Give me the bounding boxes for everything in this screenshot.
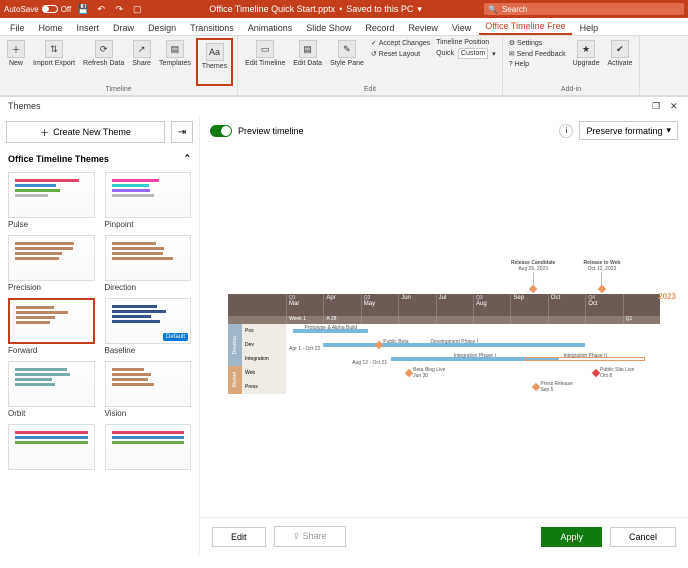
- pane-footer: Edit ⇪ Share Apply Cancel: [200, 517, 688, 555]
- theme-card-baseline[interactable]: DefaultBaseline: [105, 298, 192, 355]
- theme-card-more[interactable]: [8, 424, 95, 470]
- tab-animations[interactable]: Animations: [242, 21, 299, 35]
- send-feedback-link[interactable]: ✉Send Feedback: [507, 49, 568, 59]
- search-box[interactable]: 🔍 Search: [484, 3, 684, 15]
- tab-insert[interactable]: Insert: [71, 21, 106, 35]
- reset-layout-check[interactable]: ↺Reset Layout: [369, 49, 432, 59]
- edit-button[interactable]: Edit: [212, 527, 266, 547]
- document-title: Office Timeline Quick Start.pptx • Saved…: [209, 4, 422, 15]
- tab-file[interactable]: File: [4, 21, 31, 35]
- save-icon[interactable]: 💾: [77, 3, 89, 15]
- themes-pane: Themes ❐ ✕ ＋Create New Theme ⇥ Office Ti…: [0, 96, 688, 568]
- ribbon-group-edit: ▭Edit Timeline ▤Edit Data ✎Style Pane ✓A…: [238, 36, 503, 95]
- chevron-up-icon: ⌃: [183, 153, 191, 164]
- tab-help[interactable]: Help: [574, 21, 605, 35]
- create-new-theme-button[interactable]: ＋Create New Theme: [6, 121, 165, 143]
- themes-sidebar: ＋Create New Theme ⇥ Office Timeline Them…: [0, 115, 200, 555]
- ribbon-group-timeline: ＋New ⇅Import Export ⟳Refresh Data ↗Share…: [0, 36, 238, 95]
- edit-timeline-button[interactable]: ▭Edit Timeline: [242, 38, 288, 86]
- info-icon[interactable]: i: [559, 124, 573, 138]
- share-button[interactable]: ↗Share: [129, 38, 154, 86]
- themes-section-header[interactable]: Office Timeline Themes ⌃: [0, 149, 199, 168]
- preview-toggle-label: Preview timeline: [238, 126, 304, 136]
- share-icon: ⇪: [293, 531, 301, 541]
- autosave-toggle[interactable]: AutoSave Off: [4, 5, 71, 14]
- theme-card-pinpoint[interactable]: Pinpoint: [105, 172, 192, 229]
- tab-design[interactable]: Design: [142, 21, 182, 35]
- import-theme-button[interactable]: ⇥: [171, 121, 193, 143]
- share-theme-button[interactable]: ⇪ Share: [274, 526, 346, 547]
- tab-review[interactable]: Review: [402, 21, 444, 35]
- ribbon: ＋New ⇅Import Export ⟳Refresh Data ↗Share…: [0, 36, 688, 96]
- activate-button[interactable]: ✔Activate: [604, 38, 635, 86]
- menu-tabs: FileHomeInsertDrawDesignTransitionsAnima…: [0, 18, 688, 36]
- preview-column: Preview timeline i Preserve formating ▾ …: [200, 115, 688, 555]
- ribbon-group-label: Timeline: [4, 86, 233, 93]
- refresh-data-button[interactable]: ⟳Refresh Data: [80, 38, 127, 86]
- pane-title: Themes: [8, 101, 41, 111]
- timeline-position-launcher[interactable]: ▾: [490, 48, 498, 59]
- ribbon-group-label: Edit: [242, 86, 498, 93]
- accept-changes-check[interactable]: ✓Accept Changes: [369, 38, 432, 48]
- undo-icon[interactable]: ↶: [95, 3, 107, 15]
- timeline-position-label: Timeline Position: [434, 38, 498, 47]
- custom-button[interactable]: Custom: [458, 48, 488, 59]
- chevron-down-icon: ▾: [666, 125, 671, 136]
- tab-office-timeline-free[interactable]: Office Timeline Free: [479, 19, 571, 35]
- search-icon: 🔍: [488, 5, 498, 14]
- templates-button[interactable]: ▤Templates: [156, 38, 194, 86]
- ribbon-group-addin: ⚙Settings ✉Send Feedback ?Help ★Upgrade …: [503, 36, 641, 95]
- quick-button[interactable]: Quick: [434, 48, 456, 59]
- tab-draw[interactable]: Draw: [107, 21, 140, 35]
- apply-button[interactable]: Apply: [541, 527, 602, 547]
- theme-card-more[interactable]: [105, 424, 192, 470]
- title-bar: AutoSave Off 💾 ↶ ↷ ▢ Office Timeline Qui…: [0, 0, 688, 18]
- gear-icon: ⚙: [509, 39, 515, 47]
- theme-card-forward[interactable]: Forward: [8, 298, 95, 355]
- upgrade-button[interactable]: ★Upgrade: [570, 38, 603, 86]
- preserve-formatting-dropdown[interactable]: Preserve formating ▾: [579, 121, 678, 140]
- redo-icon[interactable]: ↷: [113, 3, 125, 15]
- tab-view[interactable]: View: [446, 21, 477, 35]
- theme-card-pulse[interactable]: Pulse: [8, 172, 95, 229]
- tab-home[interactable]: Home: [33, 21, 69, 35]
- theme-card-orbit[interactable]: Orbit: [8, 361, 95, 418]
- tab-record[interactable]: Record: [359, 21, 400, 35]
- preview-toggle[interactable]: [210, 125, 232, 137]
- themes-button[interactable]: AaThemes: [199, 41, 230, 72]
- tab-transitions[interactable]: Transitions: [184, 21, 240, 35]
- present-icon[interactable]: ▢: [131, 3, 143, 15]
- style-pane-button[interactable]: ✎Style Pane: [327, 38, 367, 86]
- import-icon: ⇥: [178, 127, 186, 138]
- help-link[interactable]: ?Help: [507, 60, 568, 69]
- new-button[interactable]: ＋New: [4, 38, 28, 86]
- ribbon-group-label: Add-in: [507, 86, 636, 93]
- cancel-button[interactable]: Cancel: [610, 527, 676, 547]
- tab-slide-show[interactable]: Slide Show: [300, 21, 357, 35]
- themes-button-highlight: AaThemes: [196, 38, 233, 86]
- help-icon: ?: [509, 61, 513, 68]
- popout-icon[interactable]: ❐: [652, 101, 662, 111]
- edit-data-button[interactable]: ▤Edit Data: [290, 38, 325, 86]
- feedback-icon: ✉: [509, 50, 515, 58]
- close-icon[interactable]: ✕: [670, 101, 680, 111]
- theme-card-precision[interactable]: Precision: [8, 235, 95, 292]
- timeline-preview-canvas: Release CandidateAug 25, 2023Release to …: [210, 150, 678, 513]
- theme-card-direction[interactable]: Direction: [105, 235, 192, 292]
- settings-link[interactable]: ⚙Settings: [507, 38, 568, 48]
- theme-card-vision[interactable]: Vision: [105, 361, 192, 418]
- import-export-button[interactable]: ⇅Import Export: [30, 38, 78, 86]
